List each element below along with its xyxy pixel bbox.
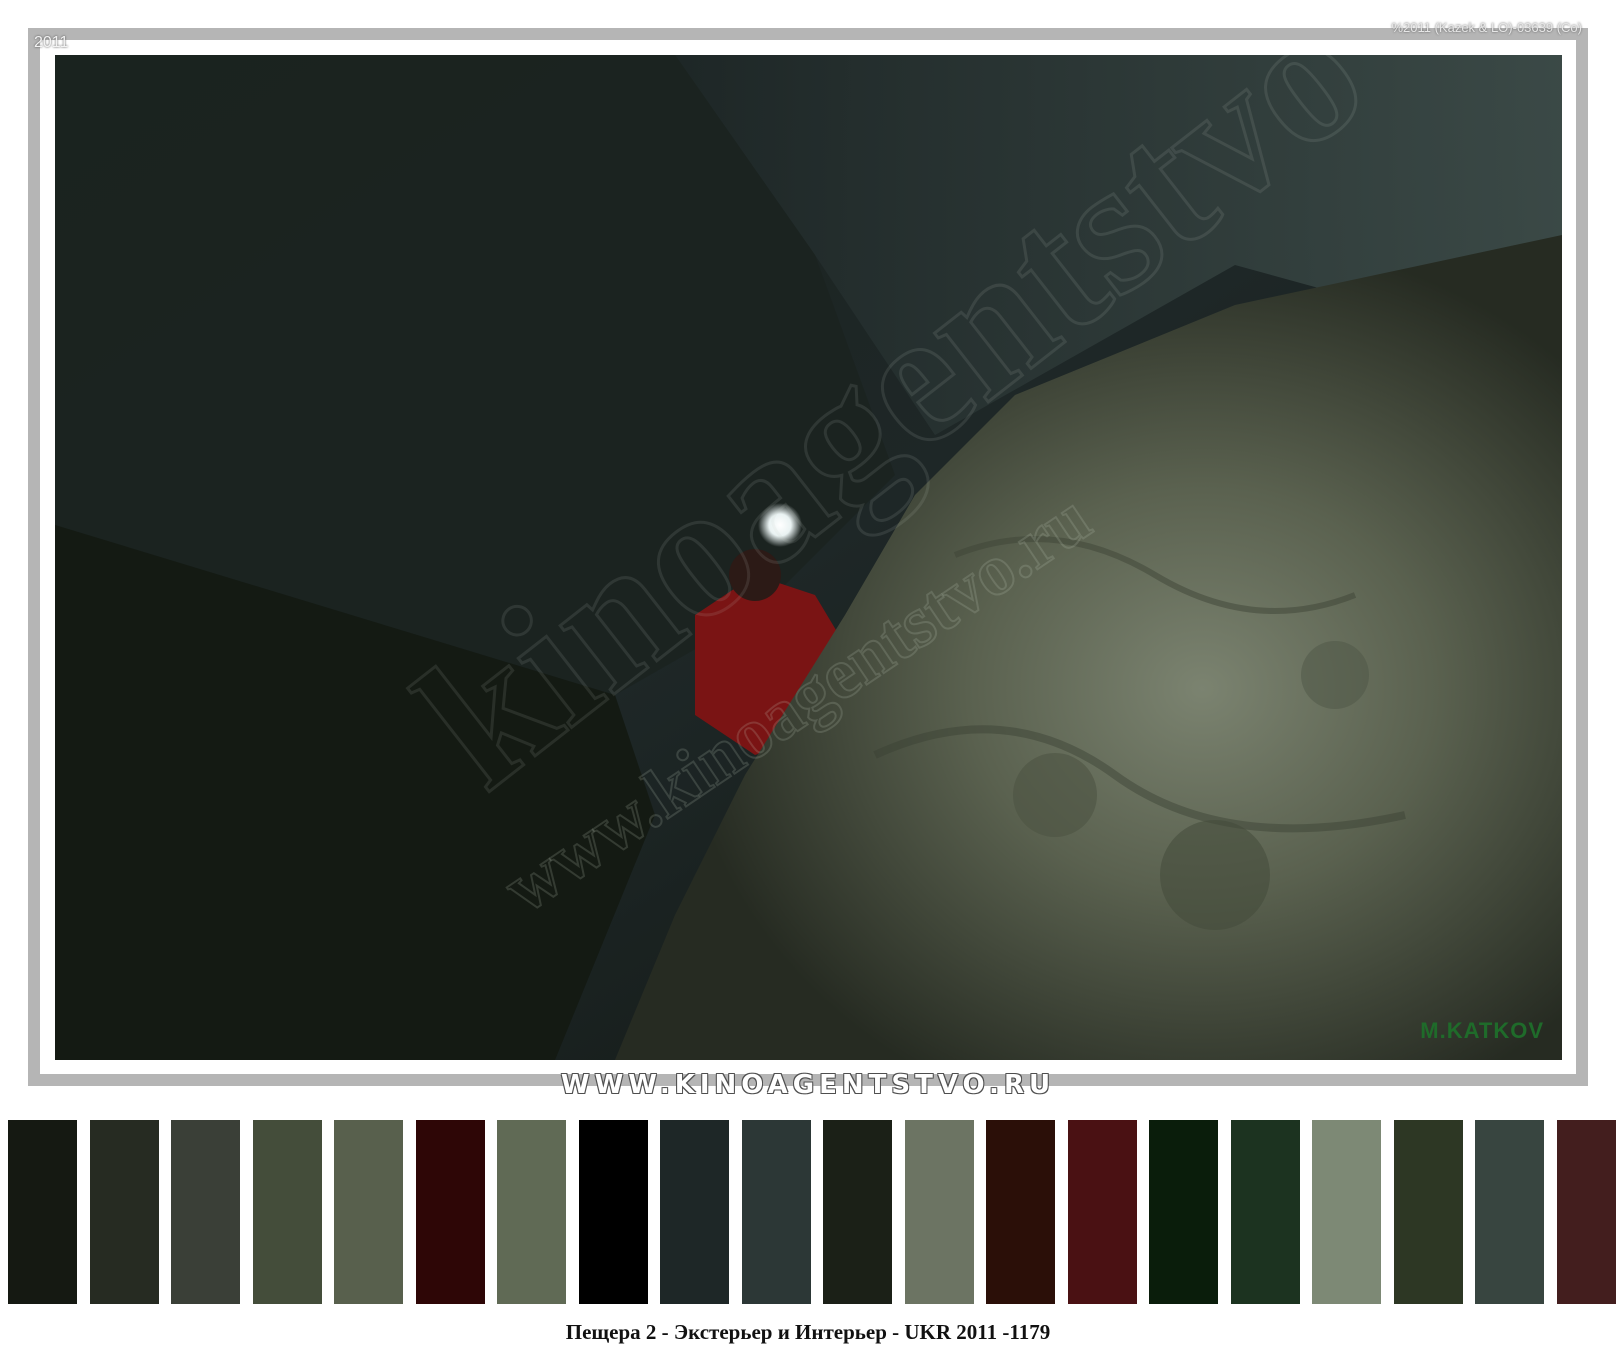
color-swatch — [1067, 1120, 1137, 1304]
color-swatch — [334, 1120, 403, 1304]
cave-photo: kinoagentstvo www.kinoagentstvo.ru M.KAT… — [55, 55, 1562, 1060]
color-palette — [8, 1120, 1616, 1304]
site-banner: WWW.KINOAGENTSTVO.RU — [560, 1070, 1056, 1100]
color-swatch — [1475, 1120, 1544, 1304]
color-swatch — [660, 1120, 729, 1304]
color-swatch — [1556, 1120, 1616, 1304]
color-swatch — [171, 1120, 240, 1304]
color-swatch — [1149, 1120, 1218, 1304]
color-swatch — [89, 1120, 159, 1304]
color-swatch — [1230, 1120, 1300, 1304]
color-swatch — [415, 1120, 485, 1304]
color-swatch — [986, 1120, 1055, 1304]
color-swatch — [497, 1120, 566, 1304]
color-swatch — [252, 1120, 322, 1304]
color-swatch — [904, 1120, 974, 1304]
photographer-signature: M.KATKOV — [1420, 1018, 1544, 1043]
frame-year-tag: 2011 — [34, 34, 69, 51]
color-swatch — [1312, 1120, 1381, 1304]
photo-caption: Пещера 2 - Экстерьер и Интерьер - UKR 20… — [565, 1320, 1051, 1344]
frame-credit-text: %2011 (Kazek & LO)-03639 (Co) — [1391, 20, 1582, 35]
color-swatch — [8, 1120, 77, 1304]
color-swatch — [578, 1120, 648, 1304]
color-swatch — [823, 1120, 892, 1304]
cave-photo-illustration: kinoagentstvo www.kinoagentstvo.ru — [55, 55, 1562, 1060]
color-swatch — [741, 1120, 811, 1304]
color-swatch — [1393, 1120, 1463, 1304]
